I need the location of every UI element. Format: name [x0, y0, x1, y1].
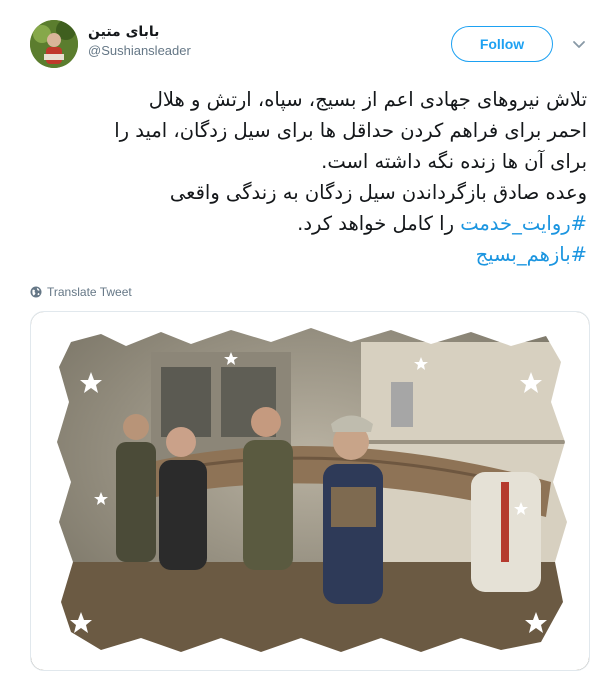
hashtag-link[interactable]: #بازهم_بسیج [476, 243, 587, 266]
hashtag-link[interactable]: #روایت_خدمت [460, 212, 587, 235]
tweet-text-line: احمر برای فراهم کردن حداقل ها برای سیل ز… [114, 119, 587, 142]
tweet-text-line: تلاش نیروهای جهادی اعم از بسیج، سپاه، ار… [148, 88, 587, 111]
display-name[interactable]: بابای متین [88, 22, 191, 42]
tweet-card: بابای متین @Sushiansleader Follow تلاش ن… [0, 0, 615, 678]
tweet-text-fragment: را کامل خواهد کرد. [297, 212, 461, 235]
user-info: بابای متین @Sushiansleader [88, 22, 191, 60]
tweet-text-line: وعده صادق بازگرداندن سیل زدگان به زندگی … [169, 181, 587, 204]
tweet-photo[interactable] [30, 311, 590, 671]
tweet-text: تلاش نیروهای جهادی اعم از بسیج، سپاه، ار… [27, 84, 587, 270]
translate-tweet-link[interactable]: Translate Tweet [30, 285, 132, 299]
tweet-text-line: #روایت_خدمت را کامل خواهد کرد. [27, 208, 587, 239]
follow-button[interactable]: Follow [451, 26, 553, 62]
tweet-text-line: برای آن ها زنده نگه داشته است. [321, 150, 587, 173]
tweet-text-line: #بازهم_بسیج [27, 239, 587, 270]
globe-icon [30, 286, 42, 298]
avatar[interactable] [30, 20, 78, 68]
chevron-down-icon[interactable] [571, 36, 587, 52]
translate-label: Translate Tweet [47, 285, 132, 299]
user-handle[interactable]: @Sushiansleader [88, 42, 191, 60]
